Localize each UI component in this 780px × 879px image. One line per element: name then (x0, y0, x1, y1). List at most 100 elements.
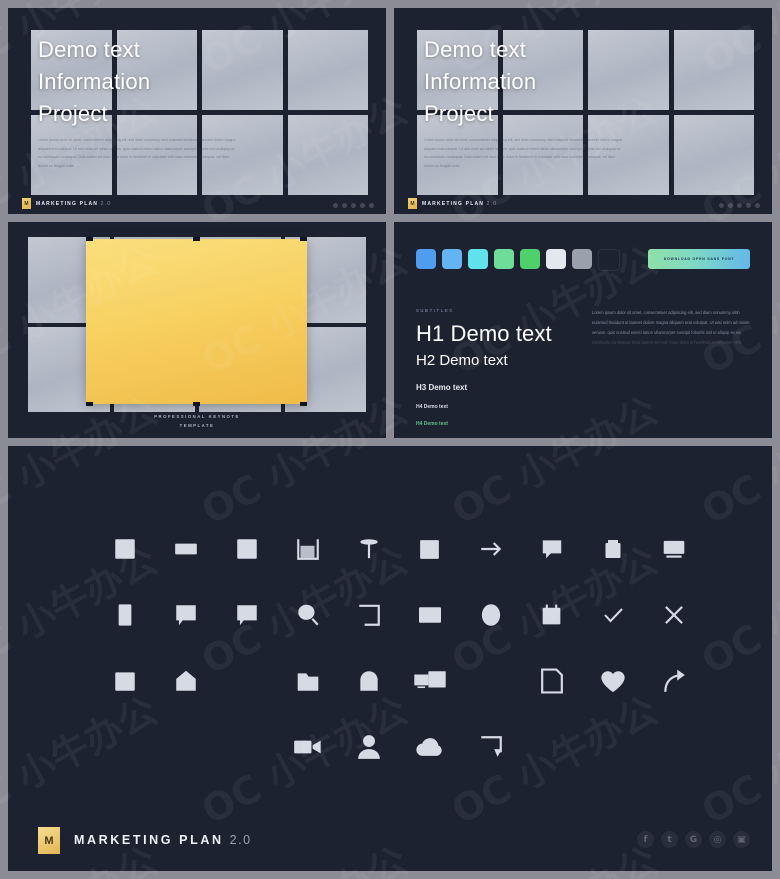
color-swatch-green[interactable] (520, 249, 540, 269)
image-placeholder[interactable] (673, 30, 754, 110)
corner-arrow-icon[interactable] (460, 726, 521, 768)
monitor-icon[interactable] (643, 528, 704, 570)
slide-thumbnail-1[interactable]: Demo text Information Project Lorem ipsu… (8, 8, 386, 214)
check-icon[interactable] (582, 594, 643, 636)
share-arrow-icon[interactable] (643, 660, 704, 702)
heart-icon[interactable] (582, 660, 643, 702)
slide-thumbnail-2[interactable]: Demo text Information Project Lorem ipsu… (394, 8, 772, 214)
slide-caption-line: TEMPLATE (179, 422, 215, 428)
instagram-icon[interactable]: ◎ (709, 831, 726, 848)
calendar-icon[interactable] (521, 594, 582, 636)
icon-slot-empty (216, 660, 277, 702)
rectangle-wide-icon[interactable] (155, 528, 216, 570)
slide-footer-brand: MARKETING PLAN 2.0 (422, 200, 498, 207)
cloud-icon[interactable] (399, 726, 460, 768)
social-links: f t G ◎ ▣ (637, 831, 750, 848)
slide-pagination-dots[interactable] (333, 203, 374, 208)
home-icon[interactable] (155, 660, 216, 702)
close-icon[interactable] (643, 594, 704, 636)
pagination-dot[interactable] (746, 203, 751, 208)
brand-logo-badge: M (22, 198, 31, 209)
speech-bubble-icon[interactable] (521, 528, 582, 570)
download-font-button[interactable]: DOWNLOAD OPEN SANS FONT (648, 249, 750, 269)
page-footer: M MARKETING PLAN 2.0 f t G ◎ ▣ (8, 809, 772, 871)
square-icon[interactable] (94, 528, 155, 570)
arrow-right-icon[interactable] (460, 528, 521, 570)
image-placeholder[interactable] (287, 115, 368, 195)
square-icon[interactable] (399, 528, 460, 570)
slide-title-line: Demo text (424, 37, 527, 62)
desktop-icon[interactable] (399, 660, 460, 702)
color-swatch-row (416, 249, 620, 271)
search-icon[interactable] (277, 594, 338, 636)
arch-icon[interactable] (338, 660, 399, 702)
resize-handle-top-left[interactable] (86, 237, 93, 241)
bracket-corner-icon[interactable] (338, 594, 399, 636)
color-swatch-light-blue[interactable] (442, 249, 462, 269)
pagination-dot[interactable] (342, 203, 347, 208)
slide-footer-brand: MARKETING PLAN 2.0 (36, 200, 112, 207)
video-camera-icon[interactable] (277, 726, 338, 768)
image-placeholder[interactable] (673, 115, 754, 195)
color-swatch-gray[interactable] (572, 249, 592, 269)
presentation-template-preview: Demo text Information Project Lorem ipsu… (0, 0, 780, 879)
icon-row (8, 594, 772, 636)
circle-icon[interactable] (460, 594, 521, 636)
slide-thumbnail-4-style-guide[interactable]: DOWNLOAD OPEN SANS FONT SUBTITLES H1 Dem… (394, 222, 772, 438)
image-placeholder[interactable] (287, 30, 368, 110)
pin-icon[interactable] (338, 528, 399, 570)
resize-handle-top-center[interactable] (193, 237, 200, 241)
pagination-dot[interactable] (333, 203, 338, 208)
box-open-icon[interactable] (582, 528, 643, 570)
footer-brand: MARKETING PLAN 2.0 (74, 833, 252, 847)
twitter-icon[interactable]: t (661, 831, 678, 848)
heading-h1-sample: H1 Demo text (416, 321, 552, 346)
pagination-dot[interactable] (351, 203, 356, 208)
selected-color-shape[interactable] (86, 239, 307, 404)
youtube-icon[interactable]: ▣ (733, 831, 750, 848)
slide-title-line: Project (424, 100, 494, 126)
pagination-dot[interactable] (360, 203, 365, 208)
page-corner-icon[interactable] (521, 660, 582, 702)
brand-logo-badge: M (38, 827, 60, 854)
rectangle-wide-icon[interactable] (399, 594, 460, 636)
icon-slot-empty (643, 726, 704, 768)
chat-bubble-icon[interactable] (216, 594, 277, 636)
typography-specimen: SUBTITLES H1 Demo text H2 Demo text H3 D… (416, 308, 616, 427)
crop-corner-icon[interactable] (277, 528, 338, 570)
icon-row (8, 660, 772, 702)
slide-pagination-dots[interactable] (719, 203, 760, 208)
color-swatch-blue[interactable] (416, 249, 436, 269)
google-plus-icon[interactable]: G (685, 831, 702, 848)
chat-bubble-icon[interactable] (155, 594, 216, 636)
body-text-sample: Lorem ipsum dolor sit amet, consectetuer… (592, 310, 750, 346)
icon-slot-empty (460, 660, 521, 702)
pagination-dot[interactable] (719, 203, 724, 208)
square-icon[interactable] (94, 660, 155, 702)
pagination-dot[interactable] (369, 203, 374, 208)
slide-title: Demo text Information Project (424, 34, 644, 130)
color-swatch-cyan[interactable] (468, 249, 488, 269)
slide-title-line: Demo text (38, 37, 141, 62)
user-icon[interactable] (338, 726, 399, 768)
folder-icon[interactable] (277, 660, 338, 702)
heading-h4-sample: H4 Demo text (416, 403, 448, 410)
pagination-dot[interactable] (755, 203, 760, 208)
square-icon[interactable] (216, 528, 277, 570)
slide-thumbnail-5-icon-library[interactable]: M MARKETING PLAN 2.0 f t G ◎ ▣ (8, 446, 772, 871)
heading-h2-sample: H2 Demo text (416, 352, 508, 370)
resize-handle-bottom-left[interactable] (86, 402, 93, 406)
resize-handle-bottom-right[interactable] (300, 402, 307, 406)
slide-title-line: Project (38, 100, 108, 126)
slide-caption: PROFESSIONAL KEYNOTE TEMPLATE (8, 412, 386, 430)
color-swatch-mint[interactable] (494, 249, 514, 269)
color-swatch-white[interactable] (546, 249, 566, 269)
facebook-icon[interactable]: f (637, 831, 654, 848)
resize-handle-bottom-center[interactable] (193, 402, 200, 406)
rectangle-tall-icon[interactable] (94, 594, 155, 636)
icon-slot-empty (155, 726, 216, 768)
pagination-dot[interactable] (737, 203, 742, 208)
color-swatch-empty[interactable] (598, 249, 620, 271)
resize-handle-top-right[interactable] (300, 237, 307, 241)
pagination-dot[interactable] (728, 203, 733, 208)
